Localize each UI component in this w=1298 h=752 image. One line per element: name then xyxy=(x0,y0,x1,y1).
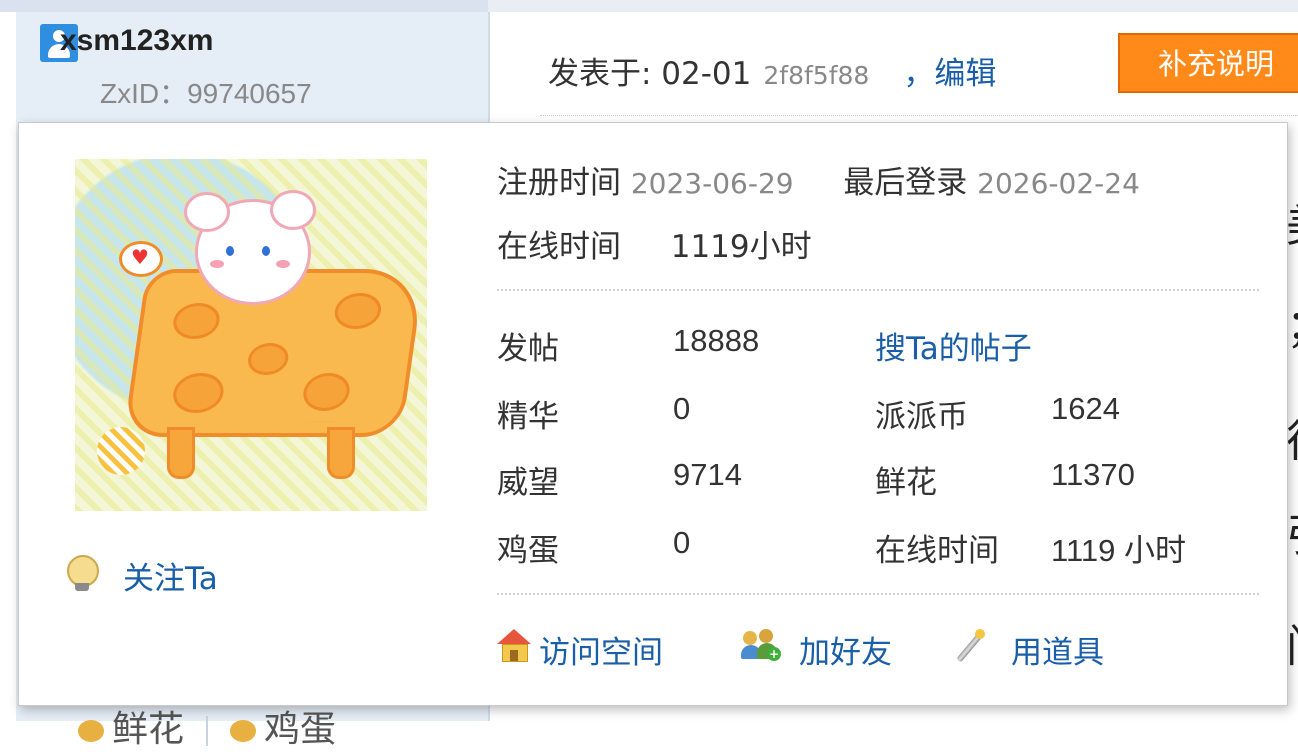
supplement-button[interactable]: 补充说明 xyxy=(1118,33,1298,93)
coins-value: 1624 xyxy=(1051,391,1120,426)
prestige-label: 威望 xyxy=(497,465,559,501)
post-header-divider xyxy=(540,115,1298,116)
online-time-label: 在线时间 xyxy=(497,229,621,265)
eggs-value: 0 xyxy=(673,525,691,560)
register-label: 注册时间 xyxy=(497,165,621,201)
coins-label: 派派币 xyxy=(875,399,968,435)
posted-date: 发表于: 02-01 xyxy=(548,56,752,92)
eggs-label: 鸡蛋 xyxy=(497,533,559,569)
flowers-label: 鲜花 xyxy=(875,465,937,501)
online-time-stat-label: 在线时间 xyxy=(875,533,999,569)
avatar-signature-mark: ~~~~ xyxy=(307,415,339,430)
follow-link[interactable]: 关注Ta xyxy=(123,553,218,598)
heart-bubble-icon: ♥ xyxy=(119,241,163,277)
register-last-login-row: 注册时间 2023-06-29 最后登录 2026-02-24 xyxy=(497,157,1140,202)
last-login-label: 最后登录 xyxy=(843,165,968,201)
use-item-link[interactable]: 用道具 xyxy=(1011,627,1104,672)
background-bottom-actions: 鲜花 鸡蛋 xyxy=(78,700,336,752)
top-strip-left xyxy=(0,0,488,12)
visit-space-link[interactable]: 访问空间 xyxy=(539,627,663,672)
section-divider xyxy=(497,289,1259,291)
online-time-value: 1119小时 xyxy=(670,229,812,265)
search-posts-link[interactable]: 搜Ta的帖子 xyxy=(875,323,1032,368)
cheese-leg xyxy=(327,427,355,479)
egg-icon xyxy=(230,720,257,742)
edit-link[interactable]: ，编辑 xyxy=(903,56,996,92)
background-flower-label[interactable]: 鲜花 xyxy=(112,709,184,750)
flower-icon xyxy=(78,720,104,742)
last-login-date: 2026-02-24 xyxy=(977,167,1140,200)
author-zxid: ZxID：99740657 xyxy=(100,78,312,109)
bunny-illustration xyxy=(184,190,316,305)
post-header: 发表于: 02-01 2f8f5f88 ，编辑 xyxy=(548,48,996,93)
background-egg-label[interactable]: 鸡蛋 xyxy=(264,709,336,750)
add-friend-icon: + xyxy=(741,629,781,663)
home-icon xyxy=(497,629,531,663)
prestige-value: 9714 xyxy=(673,457,742,492)
posts-value: 18888 xyxy=(673,323,760,358)
top-strip xyxy=(0,0,1298,12)
decorative-stripe-ball xyxy=(97,427,145,475)
profile-avatar-image[interactable]: ♥ ~~~~ xyxy=(75,159,427,511)
online-time-stat-value: 1119 小时 xyxy=(1051,533,1186,568)
magic-wand-icon xyxy=(953,629,987,663)
lightbulb-base xyxy=(75,583,89,591)
section-divider xyxy=(497,593,1259,595)
register-date: 2023-06-29 xyxy=(630,167,794,200)
online-time-row: 在线时间 1119小时 xyxy=(497,221,812,266)
author-username[interactable]: xsm123xm xyxy=(60,24,213,58)
cheese-leg xyxy=(167,427,195,479)
flowers-value: 11370 xyxy=(1051,457,1135,492)
post-hash: 2f8f5f88 xyxy=(763,61,870,90)
digest-value: 0 xyxy=(673,391,691,426)
add-friend-link[interactable]: 加好友 xyxy=(799,627,892,672)
posts-label: 发帖 xyxy=(497,331,559,367)
user-info-popup: ♥ ~~~~ 关注Ta 注册时间 2023-06-29 最后登录 2026-02 xyxy=(18,122,1288,706)
digest-label: 精华 xyxy=(497,399,559,435)
